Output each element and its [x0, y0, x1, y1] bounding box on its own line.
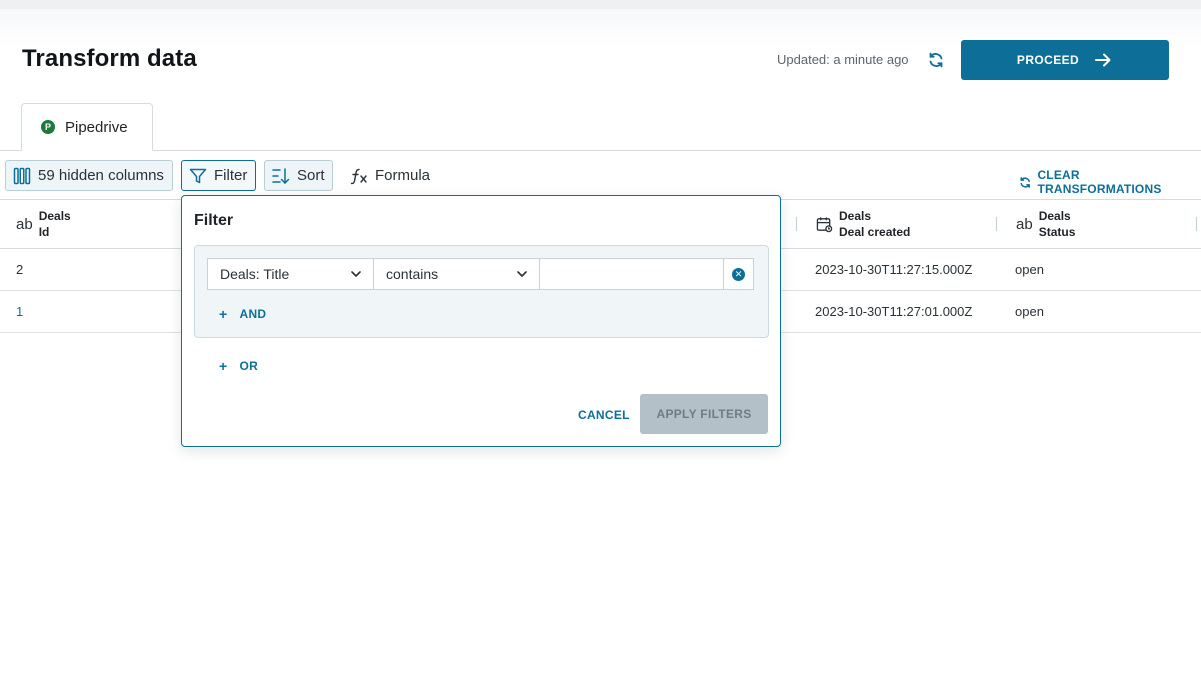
arrow-right-icon — [1095, 53, 1111, 67]
proceed-button[interactable]: PROCEED — [961, 40, 1169, 80]
filter-label: Filter — [214, 167, 248, 184]
refresh-icon[interactable] — [926, 50, 946, 70]
cell-deal-created: 2023-10-30T11:27:15.000Z — [815, 262, 973, 277]
formula-icon — [350, 168, 367, 184]
tab-label: Pipedrive — [65, 118, 128, 136]
chevron-down-icon — [351, 271, 361, 277]
column-header-deals-id[interactable]: ab Deals Id — [16, 200, 71, 248]
pipedrive-icon: P — [41, 120, 55, 134]
clear-transformations-label: CLEAR TRANSFORMATIONS — [1037, 168, 1162, 196]
sort-icon — [272, 167, 290, 184]
plus-icon: + — [219, 306, 228, 322]
column-header-line1: Deals — [1038, 209, 1071, 223]
updated-status: Updated: a minute ago — [777, 52, 909, 67]
refresh-icon — [1020, 176, 1030, 188]
column-header-line2: Status — [1038, 225, 1076, 239]
add-and-condition-button[interactable]: + AND — [219, 306, 266, 322]
page-title: Transform data — [22, 45, 197, 72]
cell-id: 1 — [16, 304, 24, 319]
filter-condition-group: Deals: Title contains ✕ + AND — [194, 245, 769, 338]
filter-popover: Filter Deals: Title contains ✕ + AND + O… — [181, 195, 781, 447]
chevron-down-icon — [517, 271, 527, 277]
column-header-line1: Deals — [38, 209, 71, 223]
column-header-deals-status[interactable]: ab Deals Status — [1016, 200, 1075, 248]
operator-select[interactable]: contains — [373, 258, 540, 290]
column-header-line2: Id — [38, 225, 50, 239]
clear-condition-button[interactable]: ✕ — [723, 258, 754, 290]
and-label: AND — [239, 307, 267, 321]
cell-deal-created: 2023-10-30T11:27:01.000Z — [815, 304, 973, 319]
hidden-columns-label: 59 hidden columns — [38, 167, 164, 184]
filter-button[interactable]: Filter — [181, 160, 256, 191]
formula-button[interactable]: Formula — [342, 160, 438, 191]
column-header-deal-created[interactable]: Deals Deal created — [816, 200, 910, 248]
filter-icon — [189, 168, 207, 183]
operator-select-value: contains — [386, 266, 439, 282]
tab-bar-divider — [0, 150, 1201, 151]
top-strip — [0, 0, 1201, 9]
formula-label: Formula — [375, 167, 431, 184]
cell-status: open — [1015, 304, 1044, 319]
field-select[interactable]: Deals: Title — [207, 258, 374, 290]
column-separator[interactable] — [796, 217, 797, 231]
clear-transformations-button[interactable]: CLEAR TRANSFORMATIONS — [1018, 168, 1201, 196]
text-type-icon: ab — [16, 215, 33, 233]
apply-filters-button[interactable]: APPLY FILTERS — [640, 394, 768, 434]
column-header-line1: Deals — [839, 209, 872, 223]
column-header-line2: Deal created — [839, 225, 911, 239]
plus-icon: + — [219, 358, 228, 374]
cell-status: open — [1015, 262, 1044, 277]
sort-button[interactable]: Sort — [264, 160, 333, 191]
proceed-label: PROCEED — [1016, 53, 1080, 67]
cancel-button[interactable]: CANCEL — [578, 408, 630, 422]
filter-value-input[interactable] — [539, 258, 724, 290]
text-type-icon: ab — [1016, 215, 1033, 233]
tab-pipedrive[interactable]: P Pipedrive — [21, 103, 153, 151]
columns-icon — [13, 167, 31, 184]
cell-id: 2 — [16, 262, 24, 277]
filter-popover-title: Filter — [194, 212, 234, 229]
hidden-columns-button[interactable]: 59 hidden columns — [5, 160, 173, 191]
calendar-icon — [816, 216, 833, 232]
sort-label: Sort — [297, 167, 325, 184]
close-icon: ✕ — [732, 267, 745, 281]
column-separator[interactable] — [996, 217, 997, 231]
or-label: OR — [239, 359, 259, 373]
column-separator[interactable] — [1196, 217, 1197, 231]
field-select-value: Deals: Title — [220, 266, 290, 282]
add-or-group-button[interactable]: + OR — [219, 358, 258, 374]
